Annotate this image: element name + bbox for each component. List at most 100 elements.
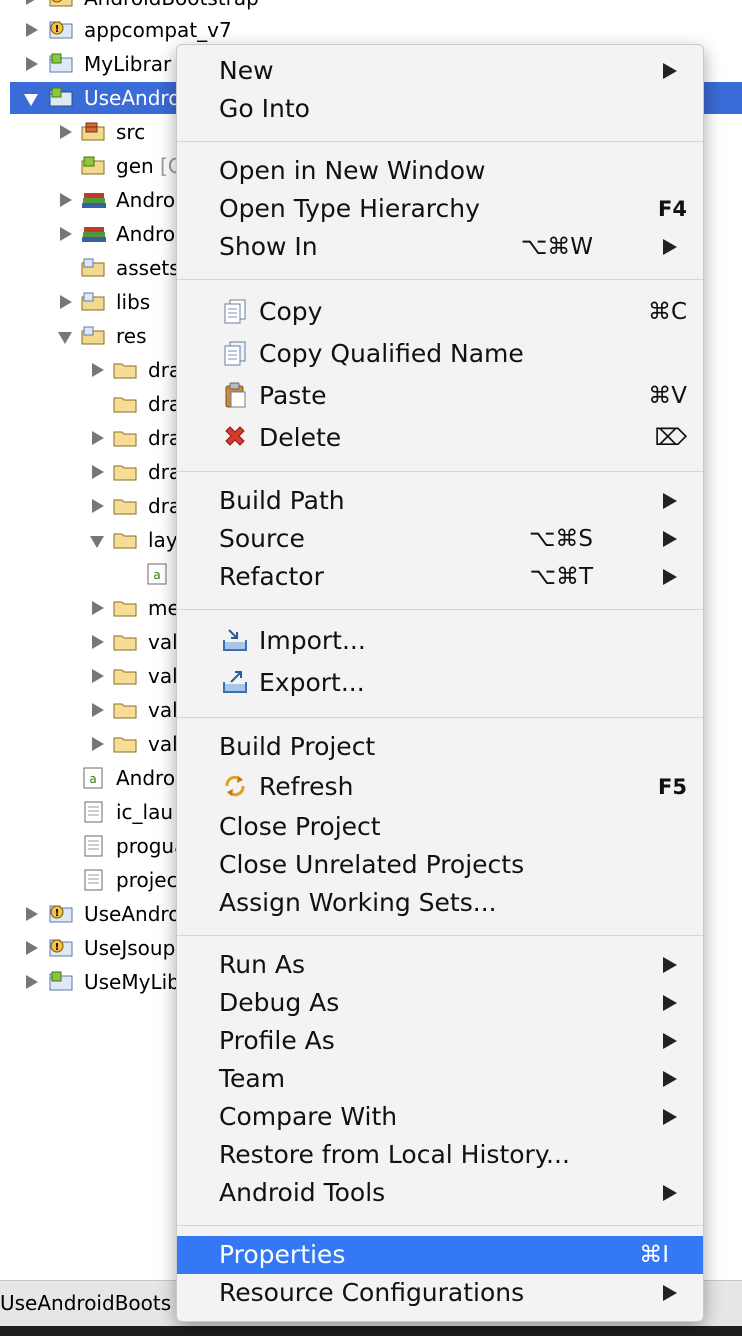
expand-arrow-icon[interactable] bbox=[92, 601, 104, 615]
source-folder-icon bbox=[81, 122, 105, 141]
menu-item-label: Team bbox=[219, 1064, 286, 1093]
generated-folder-icon bbox=[81, 156, 105, 175]
text-file-icon bbox=[84, 869, 103, 891]
tree-row-label-group: gen [G bbox=[116, 150, 183, 182]
expand-arrow-icon[interactable] bbox=[26, 941, 38, 955]
collapse-arrow-icon[interactable] bbox=[58, 332, 72, 344]
folder-icon bbox=[113, 703, 137, 719]
android-project-icon: ! bbox=[49, 905, 73, 923]
svg-text:a: a bbox=[153, 568, 160, 582]
menu-item-shortcut: ⌘I bbox=[639, 1242, 669, 1268]
menu-item-properties[interactable]: Properties ⌘I bbox=[177, 1236, 703, 1274]
menu-item-shortcut: ⌘V bbox=[648, 383, 687, 409]
expand-arrow-icon[interactable] bbox=[60, 125, 72, 139]
expand-arrow-icon[interactable] bbox=[92, 669, 104, 683]
folder-icon bbox=[113, 635, 137, 651]
expand-arrow-icon[interactable] bbox=[92, 635, 104, 649]
copy-qualified-name-icon bbox=[224, 341, 246, 366]
menu-item-source[interactable]: Source ⌥⌘S bbox=[177, 520, 703, 558]
svg-text:!: ! bbox=[55, 908, 60, 919]
menu-item-shortcut: ⌦ bbox=[654, 425, 687, 451]
tree-row-label: res bbox=[116, 324, 147, 348]
menu-item-delete[interactable]: Delete ⌦ bbox=[177, 417, 703, 459]
tree-row-label: UseAndro bbox=[84, 902, 181, 926]
menu-item-copy-qualified-name[interactable]: Copy Qualified Name bbox=[177, 333, 703, 375]
menu-item-resource-configurations[interactable]: Resource Configurations bbox=[177, 1274, 703, 1312]
tree-row-label: Androi bbox=[116, 188, 181, 212]
expand-arrow-icon[interactable] bbox=[26, 23, 38, 37]
menu-item-open-type-hierarchy[interactable]: Open Type Hierarchy F4 bbox=[177, 190, 703, 228]
menu-item-import[interactable]: Import... bbox=[177, 620, 703, 662]
menu-item-label: Refactor bbox=[219, 562, 324, 591]
menu-item-label: Assign Working Sets... bbox=[219, 888, 497, 917]
tree-row-label: libs bbox=[116, 290, 151, 314]
tree-row-androidbootstrap[interactable]: ! AndroidBootstrap bbox=[0, 0, 742, 14]
tree-row-label: UseMyLib bbox=[84, 970, 180, 994]
expand-arrow-icon[interactable] bbox=[26, 57, 38, 71]
tree-row-label: val bbox=[148, 732, 178, 756]
menu-item-label: Close Project bbox=[219, 812, 381, 841]
expand-arrow-icon[interactable] bbox=[60, 295, 72, 309]
menu-item-new[interactable]: New bbox=[177, 52, 703, 90]
menu-item-go-into[interactable]: Go Into bbox=[177, 90, 703, 128]
menu-item-compare-with[interactable]: Compare With bbox=[177, 1098, 703, 1136]
expand-arrow-icon[interactable] bbox=[92, 499, 104, 513]
submenu-arrow-icon bbox=[663, 1033, 677, 1049]
menu-item-debug-as[interactable]: Debug As bbox=[177, 984, 703, 1022]
submenu-arrow-icon bbox=[663, 63, 677, 79]
menu-item-show-in[interactable]: Show In ⌥⌘W bbox=[177, 228, 703, 266]
expand-arrow-icon[interactable] bbox=[60, 227, 72, 241]
folder-icon bbox=[81, 258, 105, 277]
menu-item-paste[interactable]: Paste ⌘V bbox=[177, 375, 703, 417]
menu-item-label: Source bbox=[219, 524, 305, 553]
expand-arrow-icon[interactable] bbox=[26, 907, 38, 921]
expand-arrow-icon[interactable] bbox=[92, 737, 104, 751]
expand-arrow-icon[interactable] bbox=[92, 363, 104, 377]
expand-arrow-icon[interactable] bbox=[26, 0, 38, 5]
tree-row-label: assets bbox=[116, 256, 180, 280]
context-menu: New Go Into Open in New Window Open Type… bbox=[176, 44, 704, 1322]
expand-arrow-icon[interactable] bbox=[92, 431, 104, 445]
menu-item-android-tools[interactable]: Android Tools bbox=[177, 1174, 703, 1212]
android-project-icon: ! bbox=[49, 939, 73, 957]
menu-item-close-project[interactable]: Close Project bbox=[177, 808, 703, 846]
menu-item-run-as[interactable]: Run As bbox=[177, 946, 703, 984]
menu-item-label: New bbox=[219, 56, 274, 85]
menu-item-label: Delete bbox=[259, 423, 342, 452]
expand-arrow-icon[interactable] bbox=[60, 193, 72, 207]
menu-item-export[interactable]: Export... bbox=[177, 662, 703, 704]
menu-item-team[interactable]: Team bbox=[177, 1060, 703, 1098]
menu-item-shortcut: ⌥⌘S bbox=[528, 526, 593, 552]
android-project-icon bbox=[49, 53, 73, 73]
folder-icon bbox=[113, 669, 137, 685]
menu-item-label: Open Type Hierarchy bbox=[219, 194, 480, 223]
menu-item-profile-as[interactable]: Profile As bbox=[177, 1022, 703, 1060]
menu-item-label: Copy bbox=[259, 297, 323, 326]
collapse-arrow-icon[interactable] bbox=[24, 94, 38, 106]
menu-item-label: Restore from Local History... bbox=[219, 1140, 570, 1169]
expand-arrow-icon[interactable] bbox=[26, 975, 38, 989]
menu-item-restore-from-local-history[interactable]: Restore from Local History... bbox=[177, 1136, 703, 1174]
folder-icon bbox=[113, 397, 137, 413]
menu-item-close-unrelated-projects[interactable]: Close Unrelated Projects bbox=[177, 846, 703, 884]
submenu-arrow-icon bbox=[663, 957, 677, 973]
menu-item-copy[interactable]: Copy ⌘C bbox=[177, 291, 703, 333]
tree-row-label: UseJsoup bbox=[84, 936, 176, 960]
menu-item-refactor[interactable]: Refactor ⌥⌘T bbox=[177, 558, 703, 596]
collapse-arrow-icon[interactable] bbox=[90, 536, 104, 548]
expand-arrow-icon[interactable] bbox=[92, 703, 104, 717]
menu-item-refresh[interactable]: Refresh F5 bbox=[177, 766, 703, 808]
menu-item-open-in-new-window[interactable]: Open in New Window bbox=[177, 152, 703, 190]
menu-item-label: Paste bbox=[259, 381, 327, 410]
menu-item-build-path[interactable]: Build Path bbox=[177, 482, 703, 520]
tree-row-label: val bbox=[148, 698, 178, 722]
folder-icon bbox=[113, 363, 137, 379]
submenu-arrow-icon bbox=[663, 239, 677, 255]
expand-arrow-icon[interactable] bbox=[92, 465, 104, 479]
delete-icon bbox=[225, 426, 245, 446]
android-project-icon: ! bbox=[49, 0, 73, 7]
tree-row-appcompat-v7[interactable]: ! appcompat_v7 bbox=[0, 14, 742, 46]
menu-item-assign-working-sets[interactable]: Assign Working Sets... bbox=[177, 884, 703, 922]
menu-item-build-project[interactable]: Build Project bbox=[177, 728, 703, 766]
menu-item-label: Copy Qualified Name bbox=[259, 339, 524, 368]
